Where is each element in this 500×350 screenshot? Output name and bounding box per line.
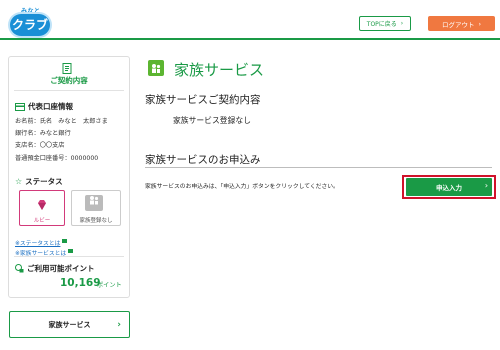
- family-service-button[interactable]: 家族サービス ›: [9, 311, 130, 338]
- family-service-icon: [148, 60, 164, 76]
- external-link-icon: [68, 248, 74, 253]
- divider: [14, 256, 124, 257]
- points-unit: ポイント: [97, 282, 122, 289]
- account-heading-label: 代表口座情報: [28, 102, 73, 111]
- logout-button[interactable]: ログアウト ›: [428, 16, 495, 31]
- contract-title: ご契約内容: [50, 76, 88, 85]
- chevron-right-icon: ›: [117, 320, 121, 330]
- chevron-right-icon: ›: [400, 20, 404, 27]
- apply-input-button[interactable]: 申込入力 ›: [406, 178, 492, 196]
- top-button-label: TOPに戻る: [366, 21, 397, 28]
- points-heading: ご利用可能ポイント: [15, 263, 95, 274]
- divider: [14, 90, 124, 91]
- points-heading-label: ご利用可能ポイント: [27, 264, 95, 273]
- family-icon: [85, 195, 103, 211]
- top-button[interactable]: TOPに戻る ›: [359, 16, 411, 31]
- star-icon: ☆: [15, 177, 23, 186]
- minato-club-logo[interactable]: みなと クラブ: [10, 6, 50, 40]
- status-ruby-label: ルビー: [33, 218, 51, 224]
- status-heading-label: ステータス: [25, 177, 63, 186]
- status-family-label: 家族登録なし: [79, 218, 113, 224]
- family-service-button-label: 家族サービス: [48, 320, 91, 329]
- account-bank: 銀行名：みなと銀行: [15, 130, 71, 137]
- bankbook-icon: [15, 102, 25, 111]
- account-number: 普通預金口座番号：0000000: [15, 155, 99, 162]
- apply-instruction-text: 家族サービスのお申込みは、「申込入力」ボタンをクリックしてください。: [145, 184, 339, 190]
- ruby-gem-icon: [36, 196, 48, 210]
- page-title: 家族サービス: [174, 61, 265, 79]
- account-name: お名前：氏名 みなと 太郎さま: [15, 118, 108, 125]
- apply-section-heading: 家族サービスのお申込み: [145, 154, 261, 166]
- chevron-right-icon: ›: [484, 181, 488, 190]
- logo-main-text: クラブ: [10, 14, 50, 36]
- account-branch: 支店名：〇〇支店: [15, 142, 65, 149]
- points-value: 10,169: [60, 277, 101, 289]
- contract-status-text: 家族サービス登録なし: [173, 116, 251, 125]
- header-divider: [0, 38, 500, 40]
- logout-button-label: ログアウト: [441, 20, 475, 29]
- contract-section-heading: 家族サービスご契約内容: [145, 94, 261, 106]
- chevron-right-icon: ›: [478, 19, 482, 28]
- coins-icon: [15, 264, 24, 273]
- status-heading: ☆ ステータス: [15, 176, 63, 187]
- account-heading: 代表口座情報: [15, 101, 73, 112]
- section-divider: [145, 167, 492, 168]
- apply-input-button-label: 申込入力: [436, 184, 462, 192]
